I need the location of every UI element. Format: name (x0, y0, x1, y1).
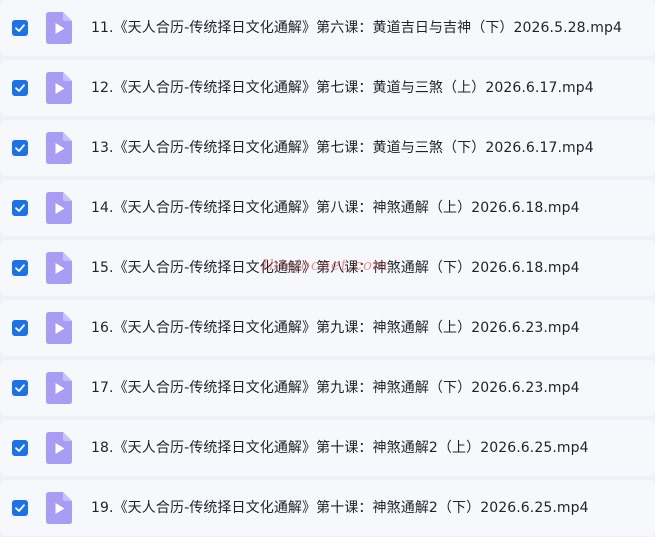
file-name: 18.《天人合历-传统择日文化通解》第十课：神煞通解2（上）2026.6.25.… (91, 440, 589, 456)
check-icon (15, 264, 25, 272)
file-name: 12.《天人合历-传统择日文化通解》第七课：黄道与三煞（上）2026.6.17.… (91, 80, 594, 96)
video-file-icon (46, 432, 72, 464)
video-file-icon (46, 72, 72, 104)
check-icon (15, 24, 25, 32)
check-icon (15, 504, 25, 512)
file-name: 17.《天人合历-传统择日文化通解》第九课：神煞通解（下）2026.6.23.m… (91, 380, 580, 396)
file-row[interactable]: 12.《天人合历-传统择日文化通解》第七课：黄道与三煞（上）2026.6.17.… (0, 60, 655, 116)
file-row[interactable]: 15.《天人合历-传统择日文化通解》第八课：神煞通解（下）2026.6.18.m… (0, 240, 655, 296)
file-row[interactable]: 18.《天人合历-传统择日文化通解》第十课：神煞通解2（上）2026.6.25.… (0, 420, 655, 476)
check-icon (15, 324, 25, 332)
file-row[interactable]: 17.《天人合历-传统择日文化通解》第九课：神煞通解（下）2026.6.23.m… (0, 360, 655, 416)
checkbox[interactable] (12, 20, 28, 36)
video-file-icon (46, 492, 72, 524)
file-name: 19.《天人合历-传统择日文化通解》第十课：神煞通解2（下）2026.6.25.… (91, 500, 589, 516)
check-icon (15, 144, 25, 152)
file-name: 15.《天人合历-传统择日文化通解》第八课：神煞通解（下）2026.6.18.m… (91, 260, 580, 276)
checkbox[interactable] (12, 500, 28, 516)
file-list: 11.《天人合历-传统择日文化通解》第六课：黄道吉日与吉神（下）2026.5.2… (0, 0, 655, 537)
file-row[interactable]: 13.《天人合历-传统择日文化通解》第七课：黄道与三煞（下）2026.6.17.… (0, 120, 655, 176)
file-row[interactable]: 14.《天人合历-传统择日文化通解》第八课：神煞通解（上）2026.6.18.m… (0, 180, 655, 236)
file-name: 16.《天人合历-传统择日文化通解》第九课：神煞通解（上）2026.6.23.m… (91, 320, 580, 336)
check-icon (15, 444, 25, 452)
file-row[interactable]: 19.《天人合历-传统择日文化通解》第十课：神煞通解2（下）2026.6.25.… (0, 480, 655, 536)
checkbox[interactable] (12, 380, 28, 396)
video-file-icon (46, 12, 72, 44)
video-file-icon (46, 252, 72, 284)
checkbox[interactable] (12, 200, 28, 216)
file-name: 11.《天人合历-传统择日文化通解》第六课：黄道吉日与吉神（下）2026.5.2… (91, 20, 622, 36)
file-row[interactable]: 16.《天人合历-传统择日文化通解》第九课：神煞通解（上）2026.6.23.m… (0, 300, 655, 356)
video-file-icon (46, 372, 72, 404)
check-icon (15, 204, 25, 212)
checkbox[interactable] (12, 320, 28, 336)
check-icon (15, 84, 25, 92)
video-file-icon (46, 192, 72, 224)
file-row[interactable]: 11.《天人合历-传统择日文化通解》第六课：黄道吉日与吉神（下）2026.5.2… (0, 0, 655, 56)
video-file-icon (46, 132, 72, 164)
file-name: 14.《天人合历-传统择日文化通解》第八课：神煞通解（上）2026.6.18.m… (91, 200, 580, 216)
check-icon (15, 384, 25, 392)
checkbox[interactable] (12, 260, 28, 276)
file-name: 13.《天人合历-传统择日文化通解》第七课：黄道与三煞（下）2026.6.17.… (91, 140, 594, 156)
checkbox[interactable] (12, 140, 28, 156)
video-file-icon (46, 312, 72, 344)
checkbox[interactable] (12, 440, 28, 456)
checkbox[interactable] (12, 80, 28, 96)
